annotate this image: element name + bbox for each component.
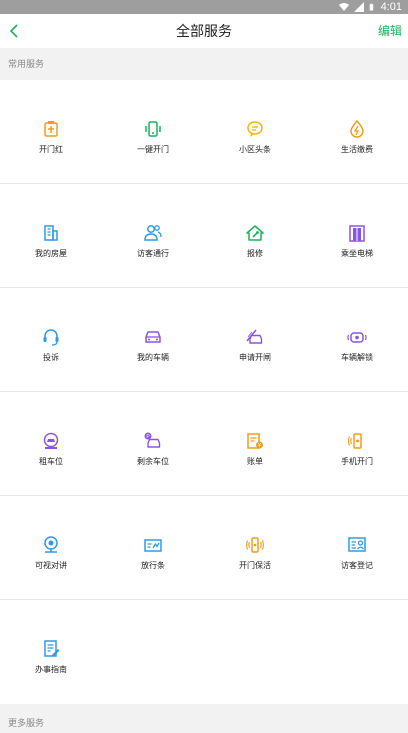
status-icons: 4:01: [338, 0, 402, 14]
service-label: 乘坐电梯: [341, 249, 373, 258]
service-label: 访客登记: [341, 561, 373, 570]
edit-button[interactable]: 编辑: [378, 14, 402, 48]
status-time: 4:01: [380, 1, 402, 13]
battery-icon: [369, 3, 373, 11]
service-label: 账单: [247, 457, 263, 466]
service-item[interactable]: 报修: [204, 184, 306, 288]
svg-text:¥: ¥: [258, 443, 261, 449]
news-bubble-icon: [247, 121, 263, 137]
service-item[interactable]: ¥ 账单: [204, 392, 306, 496]
webcam-icon: [44, 536, 58, 553]
headset-icon: [43, 329, 59, 346]
service-item[interactable]: 访客通行: [102, 184, 204, 288]
car-icon: [145, 331, 161, 343]
house-wrench-icon: [246, 225, 264, 241]
guide-doc-icon: [44, 640, 60, 657]
parking-remaining-icon: P: [144, 432, 161, 448]
service-item[interactable]: 申请开闸: [204, 288, 306, 392]
service-label: 放行条: [141, 561, 165, 570]
service-item[interactable]: 开门红: [0, 80, 102, 184]
service-label: 剩余车位: [137, 457, 169, 466]
service-item[interactable]: 小区头条: [204, 80, 306, 184]
service-label: 一键开门: [137, 145, 169, 154]
service-item[interactable]: 我的车辆: [102, 288, 204, 392]
empty-cell: [102, 600, 204, 704]
signal-icon: [353, 2, 364, 12]
grid-row: 我的房屋 访客通行 报修 乘坐电梯: [0, 184, 408, 288]
car-gate-icon: [246, 329, 263, 344]
parking-rent-icon: [43, 432, 59, 449]
service-item[interactable]: 租车位: [0, 392, 102, 496]
section-label-common: 常用服务: [0, 48, 408, 80]
service-item[interactable]: 一键开门: [102, 80, 204, 184]
service-label: 生活缴费: [341, 145, 373, 154]
service-label: 手机开门: [341, 457, 373, 466]
service-label: 办事指南: [35, 665, 67, 674]
service-label: 投诉: [43, 353, 59, 362]
service-label: 报修: [247, 249, 263, 258]
grid-row: 开门红 一键开门 小区头条 生活缴费: [0, 80, 408, 184]
wifi-icon: [338, 3, 349, 11]
grid-row: 投诉 我的车辆 申请开闸 车辆解锁: [0, 288, 408, 392]
service-item[interactable]: 我的房屋: [0, 184, 102, 288]
visitors-icon: [144, 225, 162, 241]
service-item[interactable]: 访客登记: [306, 496, 408, 600]
service-item[interactable]: P 剩余车位: [102, 392, 204, 496]
gift-door-icon: [44, 121, 58, 137]
service-item[interactable]: 可视对讲: [0, 496, 102, 600]
nav-bar: 全部服务 编辑: [0, 14, 408, 48]
phone-door-icon: [145, 121, 161, 137]
lightning-drop-icon: [350, 119, 364, 138]
service-label: 车辆解锁: [341, 353, 373, 362]
service-label: 可视对讲: [35, 561, 67, 570]
phone-signal-icon: [347, 433, 362, 449]
service-label: 开门红: [39, 145, 63, 154]
bill-icon: ¥: [247, 433, 263, 449]
phone-vibrate-icon: [246, 537, 264, 553]
visitor-register-icon: [348, 537, 366, 552]
car-unlock-icon: [347, 332, 367, 343]
service-item[interactable]: 车辆解锁: [306, 288, 408, 392]
elevator-icon: [349, 225, 365, 242]
service-label: 开门保活: [239, 561, 271, 570]
service-label: 申请开闸: [239, 353, 271, 362]
service-label: 访客通行: [137, 249, 169, 258]
service-item[interactable]: 开门保活: [204, 496, 306, 600]
service-item[interactable]: 放行条: [102, 496, 204, 600]
grid-row: 可视对讲 放行条 开门保活 访客登记: [0, 496, 408, 600]
back-button[interactable]: [4, 21, 24, 41]
service-label: 租车位: [39, 457, 63, 466]
service-label: 小区头条: [239, 145, 271, 154]
status-bar: 4:01: [0, 0, 408, 14]
service-item[interactable]: 手机开门: [306, 392, 408, 496]
service-item[interactable]: 乘坐电梯: [306, 184, 408, 288]
service-item[interactable]: 办事指南: [0, 600, 102, 704]
service-label: 我的车辆: [137, 353, 169, 362]
empty-cell: [204, 600, 306, 704]
pass-slip-icon: [144, 539, 162, 552]
grid-row: 租车位 P 剩余车位 ¥ 账单 手机开门: [0, 392, 408, 496]
building-icon: [44, 225, 58, 241]
grid-row: 办事指南: [0, 600, 408, 704]
service-label: 我的房屋: [35, 249, 67, 258]
service-item[interactable]: 投诉: [0, 288, 102, 392]
services-grid: 开门红 一键开门 小区头条 生活缴费 我的房屋 访客通行 报修 乘坐电梯 投诉 …: [0, 80, 408, 704]
chevron-left-icon: [9, 24, 18, 38]
service-item[interactable]: 生活缴费: [306, 80, 408, 184]
page-title: 全部服务: [176, 23, 232, 39]
section-label-more: 更多服务: [0, 707, 408, 733]
empty-cell: [306, 600, 408, 704]
